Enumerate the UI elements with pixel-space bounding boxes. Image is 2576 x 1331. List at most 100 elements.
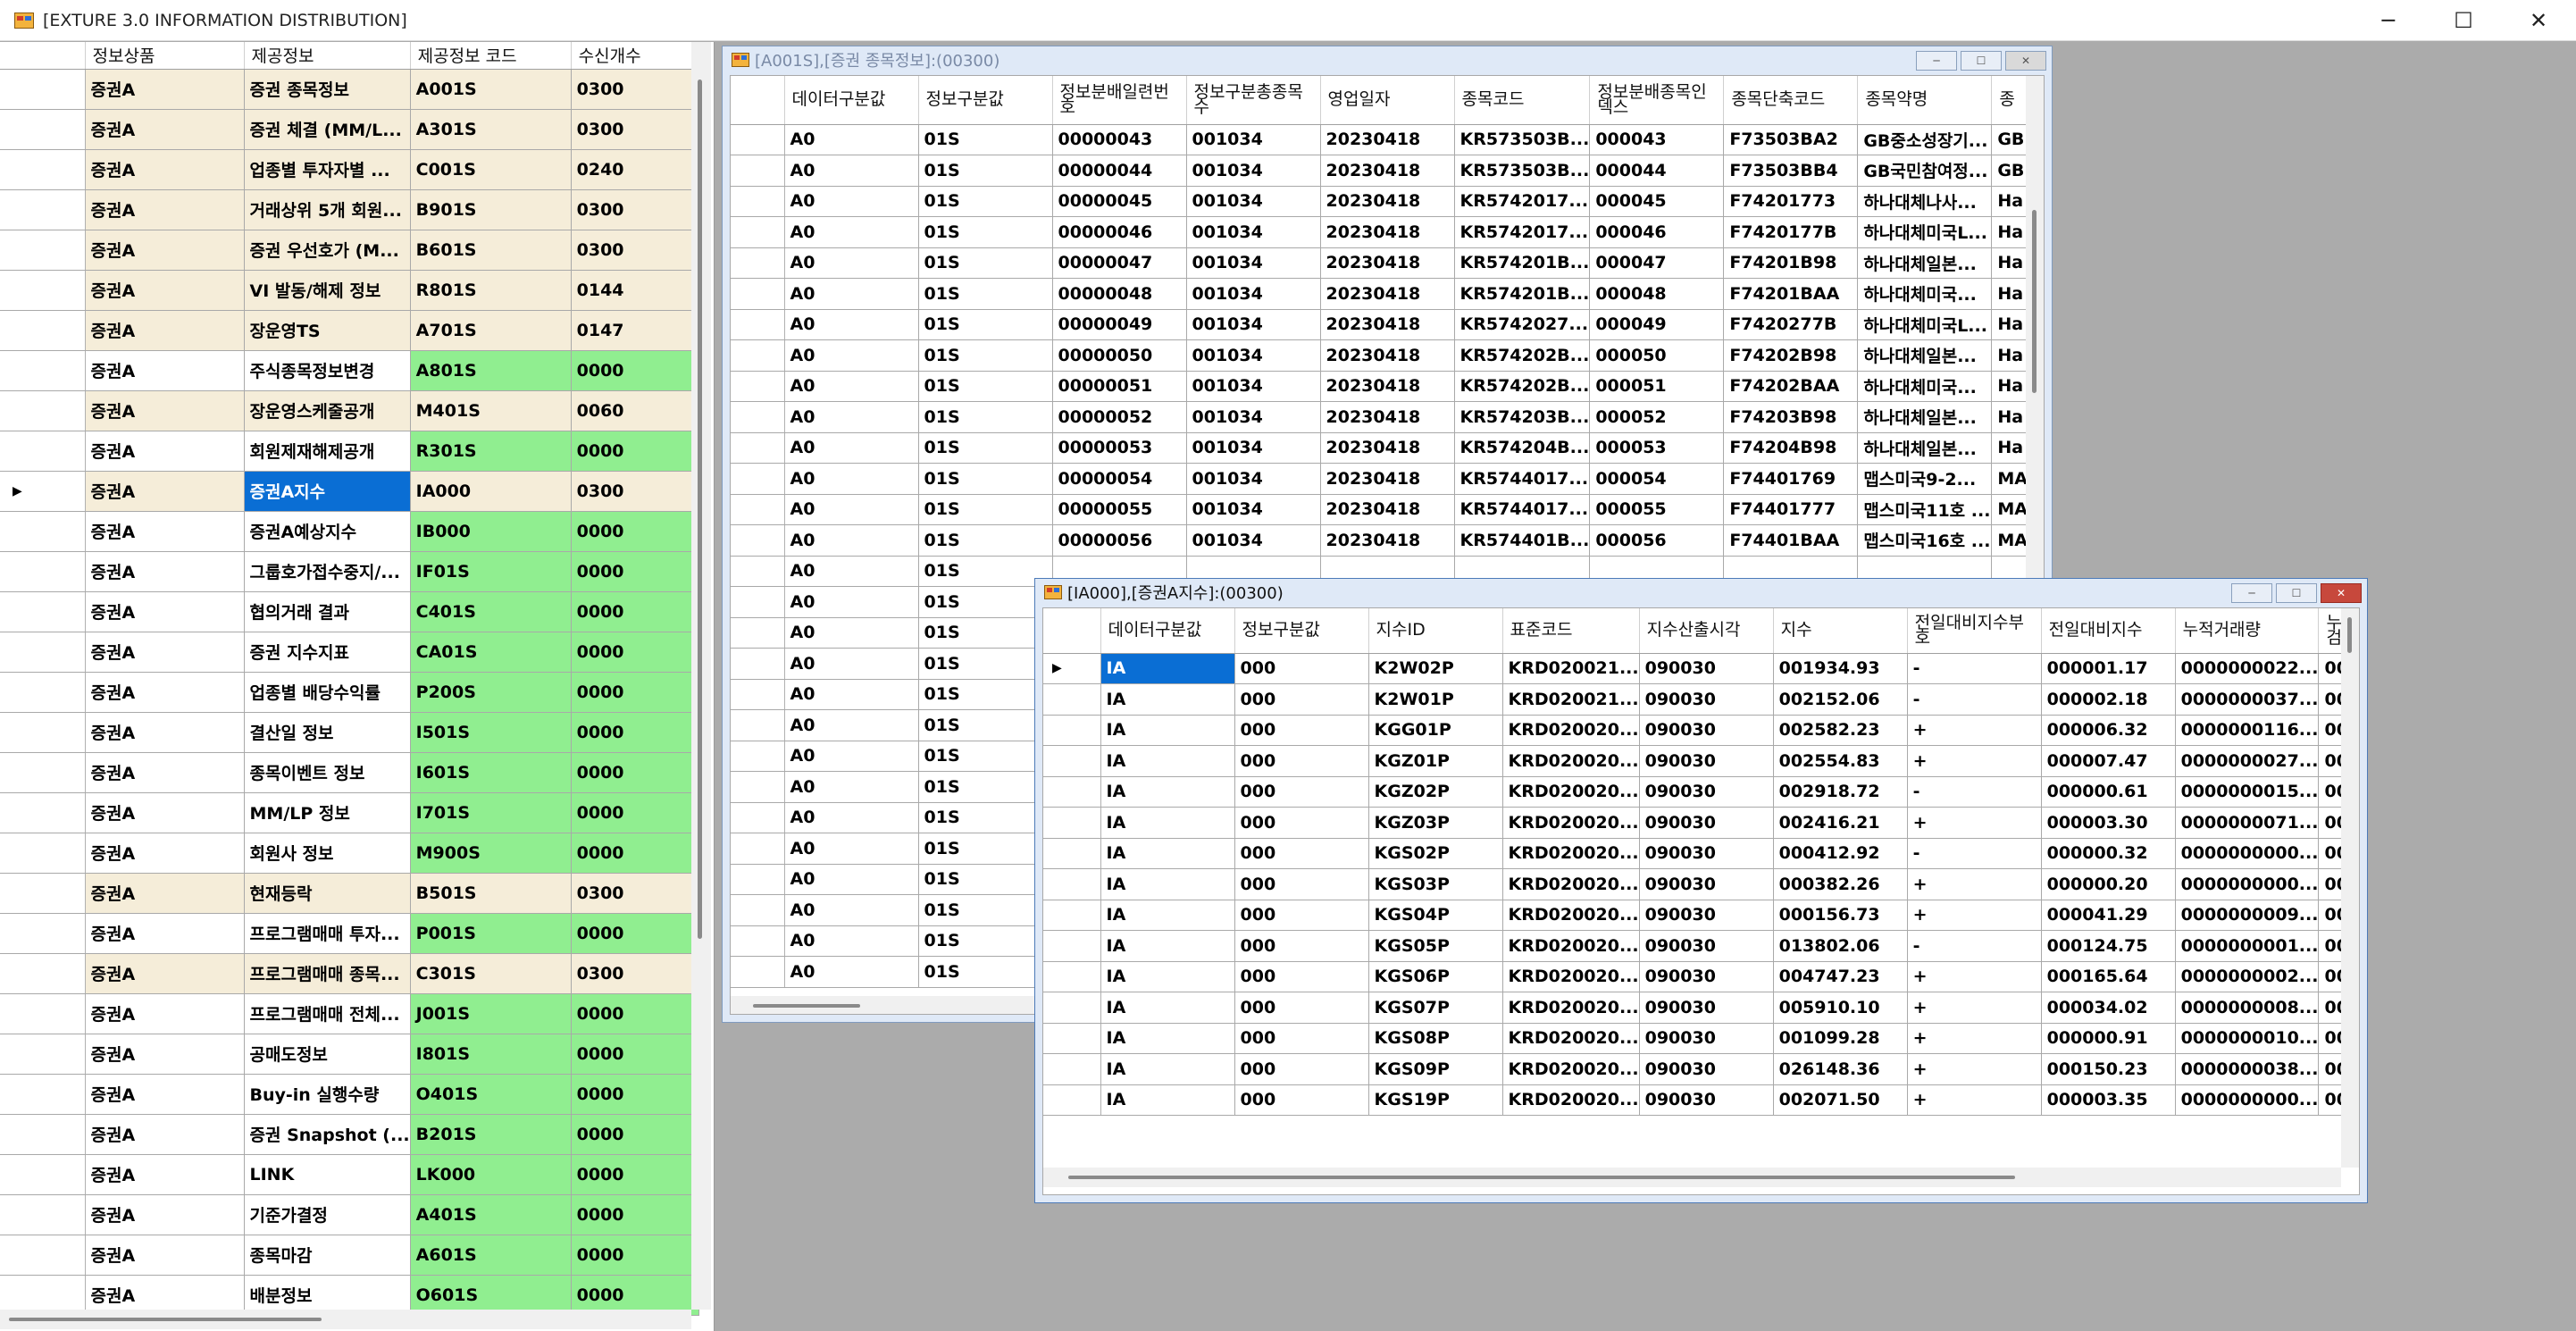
a001s-cell[interactable]: 000045 — [1589, 186, 1725, 217]
a001s-cell[interactable]: 00000046 — [1052, 216, 1187, 248]
cell-count[interactable]: 0000 — [571, 1235, 699, 1276]
a001s-cell[interactable]: 000053 — [1589, 432, 1725, 464]
a001s-cell[interactable]: 00000052 — [1052, 401, 1187, 433]
a001s-cell[interactable]: GB국민참여정... — [1857, 155, 1993, 187]
cell-product[interactable]: 증권A — [85, 189, 245, 230]
a001s-cell[interactable]: KR573503B... — [1454, 124, 1591, 155]
ia000-cell[interactable]: KGS19P — [1368, 1084, 1503, 1116]
a001s-cell[interactable]: 01S — [918, 524, 1053, 557]
maximize-button[interactable]: ☐ — [2426, 0, 2501, 41]
a001s-cell[interactable]: Ha — [1991, 401, 2028, 433]
row-header[interactable] — [731, 617, 785, 649]
ia000-cell[interactable]: KGZ01P — [1368, 745, 1503, 777]
a001s-table-row[interactable]: A0 01S 00000043 001034 20230418 KR573503B... 0… — [731, 124, 2028, 155]
ia000-cell[interactable]: KRD020020... — [1502, 868, 1640, 900]
cell-product[interactable]: 증권A — [85, 1114, 245, 1155]
ia000-cell[interactable]: 000 — [1234, 961, 1369, 992]
ia000-cell[interactable]: KRD020020... — [1502, 838, 1640, 869]
a001s-cell[interactable]: 00000051 — [1052, 371, 1187, 402]
ia000-cell[interactable]: KRD020020... — [1502, 745, 1640, 777]
cell-count[interactable]: 0000 — [571, 1154, 699, 1195]
cell-product[interactable]: 증권A — [85, 953, 245, 994]
cell-info[interactable]: 그룹호가접수중지/... — [244, 551, 411, 592]
cell-product[interactable]: 증권A — [85, 149, 245, 190]
ia000-table-row[interactable]: IA 000 KGZ01P KRD020020... 090030 002554.83 +0… — [1043, 745, 2355, 777]
cell-count[interactable]: 0000 — [571, 913, 699, 954]
cell-info[interactable]: 기준가결정 — [244, 1194, 411, 1235]
ia000-cell[interactable]: 000001.17 — [2041, 653, 2176, 684]
cell-count[interactable]: 0144 — [571, 270, 699, 311]
ia000-cell[interactable]: KGS06P — [1368, 961, 1503, 992]
ia000-cell[interactable]: 000 — [1234, 807, 1369, 839]
a001s-cell[interactable]: 20230418 — [1320, 309, 1455, 340]
ia000-column-header[interactable]: 지수ID — [1368, 608, 1503, 654]
cell-product[interactable]: 증권A — [85, 230, 245, 271]
a001s-column-header[interactable]: 종 — [1991, 76, 2028, 125]
a001s-cell[interactable]: 000043 — [1589, 124, 1725, 155]
cell-code[interactable]: B201S — [410, 1114, 572, 1155]
a001s-cell[interactable]: F74201773 — [1723, 186, 1859, 217]
row-header[interactable] — [731, 401, 785, 433]
table-row[interactable]: 증권A 증권A예상지수 IB000 0000 — [0, 511, 699, 552]
a001s-cell[interactable]: 000050 — [1589, 339, 1725, 372]
ia000-cell[interactable]: 000034.02 — [2041, 992, 2176, 1024]
ia000-table-row[interactable]: IA 000 KGS05P KRD020020... 090030 013802.06-0… — [1043, 930, 2355, 962]
cell-info[interactable]: 프로그램매매 종목... — [244, 953, 411, 994]
cell-info[interactable]: Buy-in 실행수량 — [244, 1074, 411, 1115]
ia000-cell[interactable]: 0000000000... — [2175, 838, 2320, 869]
a001s-cell[interactable]: 01S — [918, 432, 1053, 464]
a001s-cell[interactable]: 01S — [918, 956, 1053, 988]
a001s-cell[interactable]: A0 — [784, 524, 919, 557]
ia000-cell[interactable]: IA — [1100, 838, 1235, 869]
ia000-cell[interactable]: + — [1907, 1084, 2042, 1116]
cell-code[interactable]: B901S — [410, 189, 572, 230]
ia000-column-header[interactable]: 표준코드 — [1502, 608, 1640, 654]
cell-code[interactable]: I801S — [410, 1034, 572, 1075]
a001s-cell[interactable]: A0 — [784, 186, 919, 217]
ia000-table-row[interactable]: IA 000 KGS06P KRD020020... 090030 004747.23 +0… — [1043, 961, 2355, 992]
ia000-cell[interactable]: KRD020020... — [1502, 715, 1640, 746]
ia000-cell[interactable]: 000124.75 — [2041, 930, 2176, 962]
row-header[interactable] — [0, 953, 86, 994]
ia000-cell[interactable]: + — [1907, 745, 2042, 777]
ia000-cell[interactable]: KRD020020... — [1502, 930, 1640, 962]
cell-info[interactable]: 협의거래 결과 — [244, 591, 411, 632]
cell-count[interactable]: 0000 — [571, 752, 699, 793]
ia000-cell[interactable]: 090030 — [1639, 1084, 1774, 1116]
row-header[interactable] — [731, 864, 785, 895]
ia000-horizontal-scrollbar[interactable] — [1043, 1168, 2341, 1187]
ia000-cell[interactable]: 000003.35 — [2041, 1084, 2176, 1116]
ia000-cell[interactable]: IA — [1100, 745, 1235, 777]
a001s-column-header[interactable] — [731, 76, 785, 125]
a001s-table-row[interactable]: A0 01S 00000046 001034 20230418 KR5742017... 0… — [731, 216, 2028, 248]
a001s-cell[interactable]: 하나대체미국L... — [1857, 216, 1993, 248]
a001s-cell[interactable]: Ha — [1991, 216, 2028, 248]
ia000-cell[interactable]: 000 — [1234, 745, 1369, 777]
cell-info[interactable]: 종목이벤트 정보 — [244, 752, 411, 793]
a001s-cell[interactable]: 01S — [918, 679, 1053, 710]
a001s-column-header[interactable]: 종목약명 — [1857, 76, 1993, 125]
ia000-table-row[interactable]: ▶ IA 000 K2W02P KRD020021... 090030 001934.93-… — [1043, 653, 2355, 684]
a001s-cell[interactable]: A0 — [784, 771, 919, 803]
window-a001s-minimize-button[interactable]: ─ — [1916, 51, 1957, 71]
cell-count[interactable]: 0300 — [571, 873, 699, 914]
table-row[interactable]: 증권A 증권 우선호가 (M... B601S 0300 — [0, 230, 699, 271]
window-ia000[interactable]: [IA000],[증권A지수]:(00300) ─ ☐ ✕ 데이터구분값 정보구분… — [1034, 578, 2368, 1203]
cell-product[interactable]: 증권A — [85, 511, 245, 552]
ia000-cell[interactable]: KGG01P — [1368, 715, 1503, 746]
row-header[interactable]: ▶ — [1043, 653, 1101, 684]
row-header[interactable] — [731, 956, 785, 988]
ia000-cell[interactable]: 002918.72 — [1773, 776, 1908, 808]
ia000-cell[interactable]: 000156.73 — [1773, 900, 1908, 931]
row-header[interactable] — [1043, 930, 1101, 962]
ia000-cell[interactable]: K2W02P — [1368, 653, 1503, 684]
a001s-cell[interactable]: 00000050 — [1052, 339, 1187, 372]
table-row[interactable]: 증권A 종목이벤트 정보 I601S 0000 — [0, 752, 699, 793]
ia000-cell[interactable]: - — [1907, 683, 2042, 716]
row-header[interactable] — [1043, 868, 1101, 900]
row-header[interactable] — [731, 771, 785, 803]
column-header[interactable]: 정보상품 — [85, 42, 245, 70]
ia000-cell[interactable]: 000 — [1234, 1084, 1369, 1116]
cell-code[interactable]: A701S — [410, 310, 572, 351]
row-header[interactable] — [0, 993, 86, 1034]
